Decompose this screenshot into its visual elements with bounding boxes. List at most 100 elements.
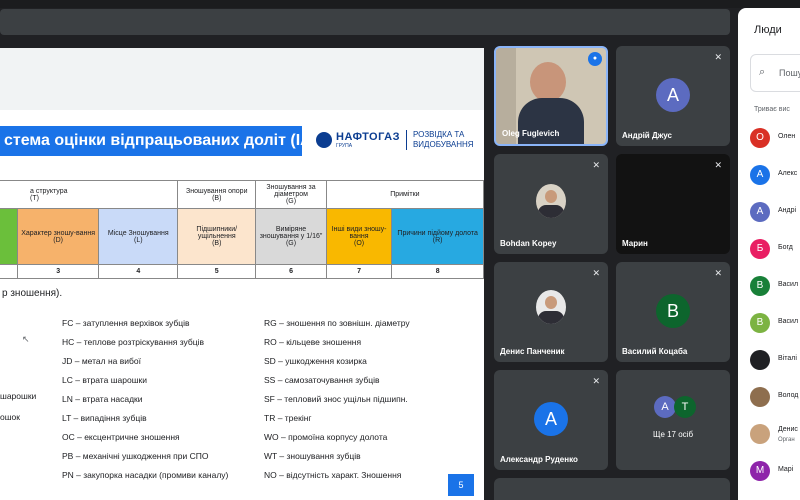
- legend-right-item: SF – тепловий знос ущільн підшипн.: [264, 394, 408, 404]
- legend-right-item: RO – кільцеве зношення: [264, 337, 362, 347]
- logo-sub-text: ГРУПА: [336, 143, 353, 149]
- participant-name: Марин: [622, 239, 648, 248]
- num-cell: [0, 264, 18, 279]
- legend-mid-item: OC – ексцентричне зношення: [62, 432, 180, 442]
- avatar: A: [534, 402, 568, 436]
- avatar: [750, 350, 770, 370]
- col-green: [0, 208, 18, 265]
- logo-right-line2: ВИДОБУВАННЯ: [412, 140, 474, 149]
- participant-name: Андрій Джус: [622, 131, 673, 140]
- more-participants-label: Ще 17 осіб: [652, 430, 694, 439]
- slide-page-number: 5: [448, 474, 474, 496]
- slide-caption: р зношення).: [2, 288, 63, 299]
- avatar: [750, 387, 770, 407]
- avatar: [536, 290, 566, 324]
- col-loc: Місце Зношування (L): [98, 208, 179, 265]
- legend-left-item: ошок: [0, 412, 20, 422]
- mic-off-icon: ✕: [592, 376, 600, 386]
- avatar: [750, 424, 770, 444]
- legend-right-item: RG – зношення по зовнішн. діаметру: [264, 318, 410, 328]
- avatar: Б: [750, 239, 770, 259]
- avatar: T: [674, 396, 696, 418]
- legend-right-item: WT – зношування зубців: [264, 451, 361, 461]
- avatar: A: [750, 202, 770, 222]
- participant-tile-vasyl[interactable]: ✕ B Василий Коцаба: [616, 262, 730, 362]
- legend-mid-item: FC – затуплення верхівок зубців: [62, 318, 190, 328]
- people-section-label: Триває вис: [754, 106, 790, 113]
- logo-main-text: НАФТОГАЗ: [336, 131, 400, 143]
- th-gauge: Зношування за діаметром (G): [255, 180, 327, 209]
- logo-right-line1: РОЗВІДКА ТА: [412, 130, 465, 139]
- people-panel: Люди ⌕ Пошук Триває вис O Олен A Алекс A…: [738, 8, 800, 500]
- th-structure: а структура (T): [0, 180, 179, 209]
- legend-right-item: WO – промоїна корпусу долота: [264, 432, 388, 442]
- participant-tile-oleg-fuglevich[interactable]: ● Oleg Fuglevich: [494, 46, 608, 146]
- avatar: A: [656, 78, 690, 112]
- video-face: [530, 62, 566, 102]
- search-icon: ⌕: [759, 66, 766, 78]
- presentation-bar: [0, 9, 730, 35]
- num-cell: 8: [391, 264, 484, 279]
- participant-name: Oleg Fuglevich: [502, 129, 560, 138]
- participant-tile-maryn[interactable]: ✕ Марин: [616, 154, 730, 254]
- participant-tile-denys[interactable]: ✕ Денис Панченик: [494, 262, 608, 362]
- col-char: Характер зношу-вання (D): [16, 208, 100, 265]
- th-notes: Примітки: [325, 180, 485, 209]
- legend-right-item: NO – відсутність характ. Зношення: [264, 470, 402, 480]
- avatar: O: [750, 128, 770, 148]
- participant-tile-andrii[interactable]: ✕ A Андрій Джус: [616, 46, 730, 146]
- participant-name: Bohdan Kopey: [500, 239, 557, 248]
- legend-mid-item: LN – втрата насадки: [62, 394, 143, 404]
- slide-title: стема оцінки відпрацьованих доліт (IADC): [0, 126, 302, 156]
- legend-mid-item: LT – випадіння зубців: [62, 413, 147, 423]
- iadc-table: а структура (T) Зношування опори (B) Зношу…: [0, 180, 485, 279]
- people-panel-title: Люди: [754, 24, 782, 36]
- col-gauge: Виміряне зношування у 1/16" (G): [255, 208, 327, 265]
- legend-right-item: SS – самозаточування зубців: [264, 375, 380, 385]
- mic-off-icon: ✕: [714, 52, 722, 62]
- participant-tile-more[interactable]: A T Ще 17 осіб: [616, 370, 730, 470]
- speaking-indicator-icon: ●: [588, 52, 602, 66]
- num-cell: 4: [98, 264, 179, 279]
- legend-right-item: TR – трекінг: [264, 413, 312, 423]
- avatar: B: [750, 276, 770, 296]
- avatar: M: [750, 461, 770, 481]
- naftogaz-logo: НАФТОГАЗ ГРУПА РОЗВІДКА ТА ВИДОБУВАННЯ: [316, 130, 474, 150]
- mic-off-icon: ✕: [714, 268, 722, 278]
- avatar: B: [656, 294, 690, 328]
- num-cell: 3: [16, 264, 100, 279]
- people-search-input[interactable]: ⌕ Пошук: [750, 54, 800, 92]
- logo-divider: [405, 130, 407, 150]
- participant-name: Александр Руденко: [500, 455, 578, 464]
- participant-tile-oleksandr[interactable]: ✕ A Александр Руденко: [494, 370, 608, 470]
- num-cell: 7: [325, 264, 393, 279]
- legend-right-item: SD – ушкодження козирка: [264, 356, 367, 366]
- participant-name: Василий Коцаба: [622, 347, 688, 356]
- col-seal: Підшипники/ ущільнення (B): [177, 208, 257, 265]
- avatar: A: [750, 165, 770, 185]
- slide-header-strip: [0, 48, 484, 110]
- avatar: B: [750, 313, 770, 333]
- participant-tile-bohdan[interactable]: ✕ Bohdan Kopey: [494, 154, 608, 254]
- col-reason: Причини підйому долота (R): [391, 208, 484, 265]
- col-other: Інші види зношу-вання (O): [325, 208, 393, 265]
- participant-name: Денис Панченик: [500, 347, 565, 356]
- mic-off-icon: ✕: [592, 268, 600, 278]
- top-bar: [0, 0, 800, 8]
- th-bearing: Зношування опори (B): [177, 180, 257, 209]
- video-body: [518, 98, 584, 144]
- num-cell: 5: [177, 264, 257, 279]
- cursor-icon: ↖: [22, 334, 30, 344]
- naftogaz-logo-icon: [316, 132, 332, 148]
- legend-mid-item: PN – закупорка насадки (промиви каналу): [62, 470, 229, 480]
- num-cell: 6: [255, 264, 327, 279]
- mic-off-icon: ✕: [714, 160, 722, 170]
- legend-mid-item: PB – механічні ушкодження при СПО: [62, 451, 209, 461]
- legend-mid-item: LC – втрата шарошки: [62, 375, 147, 385]
- avatar: [536, 184, 566, 218]
- legend-mid-item: JD – метал на вибої: [62, 356, 141, 366]
- avatar: A: [654, 396, 676, 418]
- legend-mid-item: HC – теплове розтріскування зубців: [62, 337, 205, 347]
- shared-slide: стема оцінки відпрацьованих доліт (IADC)…: [0, 48, 485, 500]
- mic-off-icon: ✕: [592, 160, 600, 170]
